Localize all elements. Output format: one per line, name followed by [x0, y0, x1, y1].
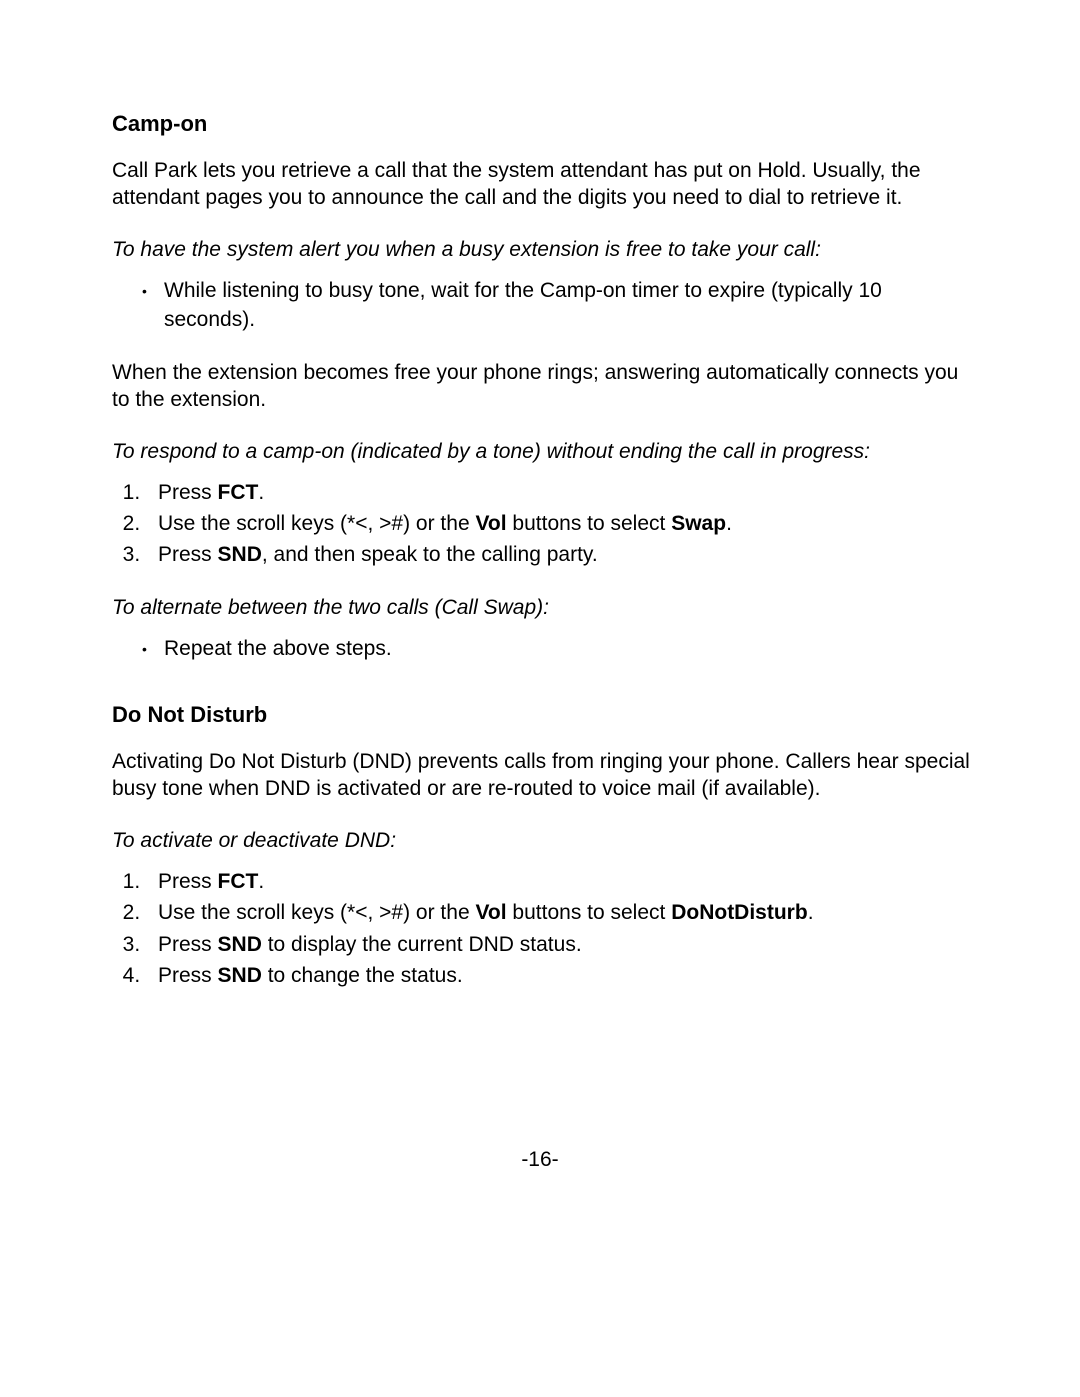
list-item: Use the scroll keys (*<, >#) or the Vol …	[146, 509, 970, 538]
camp-on-steps: Press FCT. Use the scroll keys (*<, >#) …	[112, 478, 970, 570]
step-text: Use the scroll keys (*<, >#) or the	[158, 901, 475, 924]
step-text: to display the current DND status.	[262, 933, 582, 956]
list-item: Press SND, and then speak to the calling…	[146, 540, 970, 569]
key-snd: SND	[218, 543, 262, 566]
dnd-sub1: To activate or deactivate DND:	[112, 827, 970, 855]
step-text: .	[726, 512, 732, 535]
list-item: Press SND to display the current DND sta…	[146, 930, 970, 959]
key-donotdisturb: DoNotDisturb	[671, 901, 807, 924]
camp-on-sub1: To have the system alert you when a busy…	[112, 236, 970, 264]
step-text: .	[258, 481, 264, 504]
step-text: Press	[158, 870, 218, 893]
step-text: , and then speak to the calling party.	[262, 543, 598, 566]
step-text: Press	[158, 933, 218, 956]
step-text: Press	[158, 543, 218, 566]
dnd-steps: Press FCT. Use the scroll keys (*<, >#) …	[112, 867, 970, 991]
camp-on-sub3: To alternate between the two calls (Call…	[112, 594, 970, 622]
camp-on-bullets-1: While listening to busy tone, wait for t…	[112, 276, 970, 335]
list-item: Press SND to change the status.	[146, 961, 970, 990]
step-text: to change the status.	[262, 964, 463, 987]
step-text: Press	[158, 481, 218, 504]
step-text: Use the scroll keys (*<, >#) or the	[158, 512, 475, 535]
key-snd: SND	[218, 933, 262, 956]
key-vol: Vol	[475, 512, 506, 535]
camp-on-sub2: To respond to a camp-on (indicated by a …	[112, 438, 970, 466]
list-item: Press FCT.	[146, 867, 970, 896]
step-text: .	[808, 901, 814, 924]
step-text: Press	[158, 964, 218, 987]
list-item: Use the scroll keys (*<, >#) or the Vol …	[146, 898, 970, 927]
step-text: buttons to select	[507, 512, 672, 535]
list-item: Press FCT.	[146, 478, 970, 507]
document-page: Camp-on Call Park lets you retrieve a ca…	[0, 0, 1080, 1397]
step-text: .	[258, 870, 264, 893]
key-fct: FCT	[218, 481, 259, 504]
key-fct: FCT	[218, 870, 259, 893]
key-vol: Vol	[475, 901, 506, 924]
list-item: Repeat the above steps.	[164, 634, 970, 663]
camp-on-intro: Call Park lets you retrieve a call that …	[112, 157, 970, 212]
heading-dnd: Do Not Disturb	[112, 701, 970, 730]
camp-on-bullets-2: Repeat the above steps.	[112, 634, 970, 663]
camp-on-para2: When the extension becomes free your pho…	[112, 359, 970, 414]
step-text: buttons to select	[507, 901, 672, 924]
key-snd: SND	[218, 964, 262, 987]
page-number: -16-	[0, 1148, 1080, 1172]
heading-camp-on: Camp-on	[112, 110, 970, 139]
list-item: While listening to busy tone, wait for t…	[164, 276, 970, 335]
dnd-intro: Activating Do Not Disturb (DND) prevents…	[112, 748, 970, 803]
key-swap: Swap	[671, 512, 726, 535]
